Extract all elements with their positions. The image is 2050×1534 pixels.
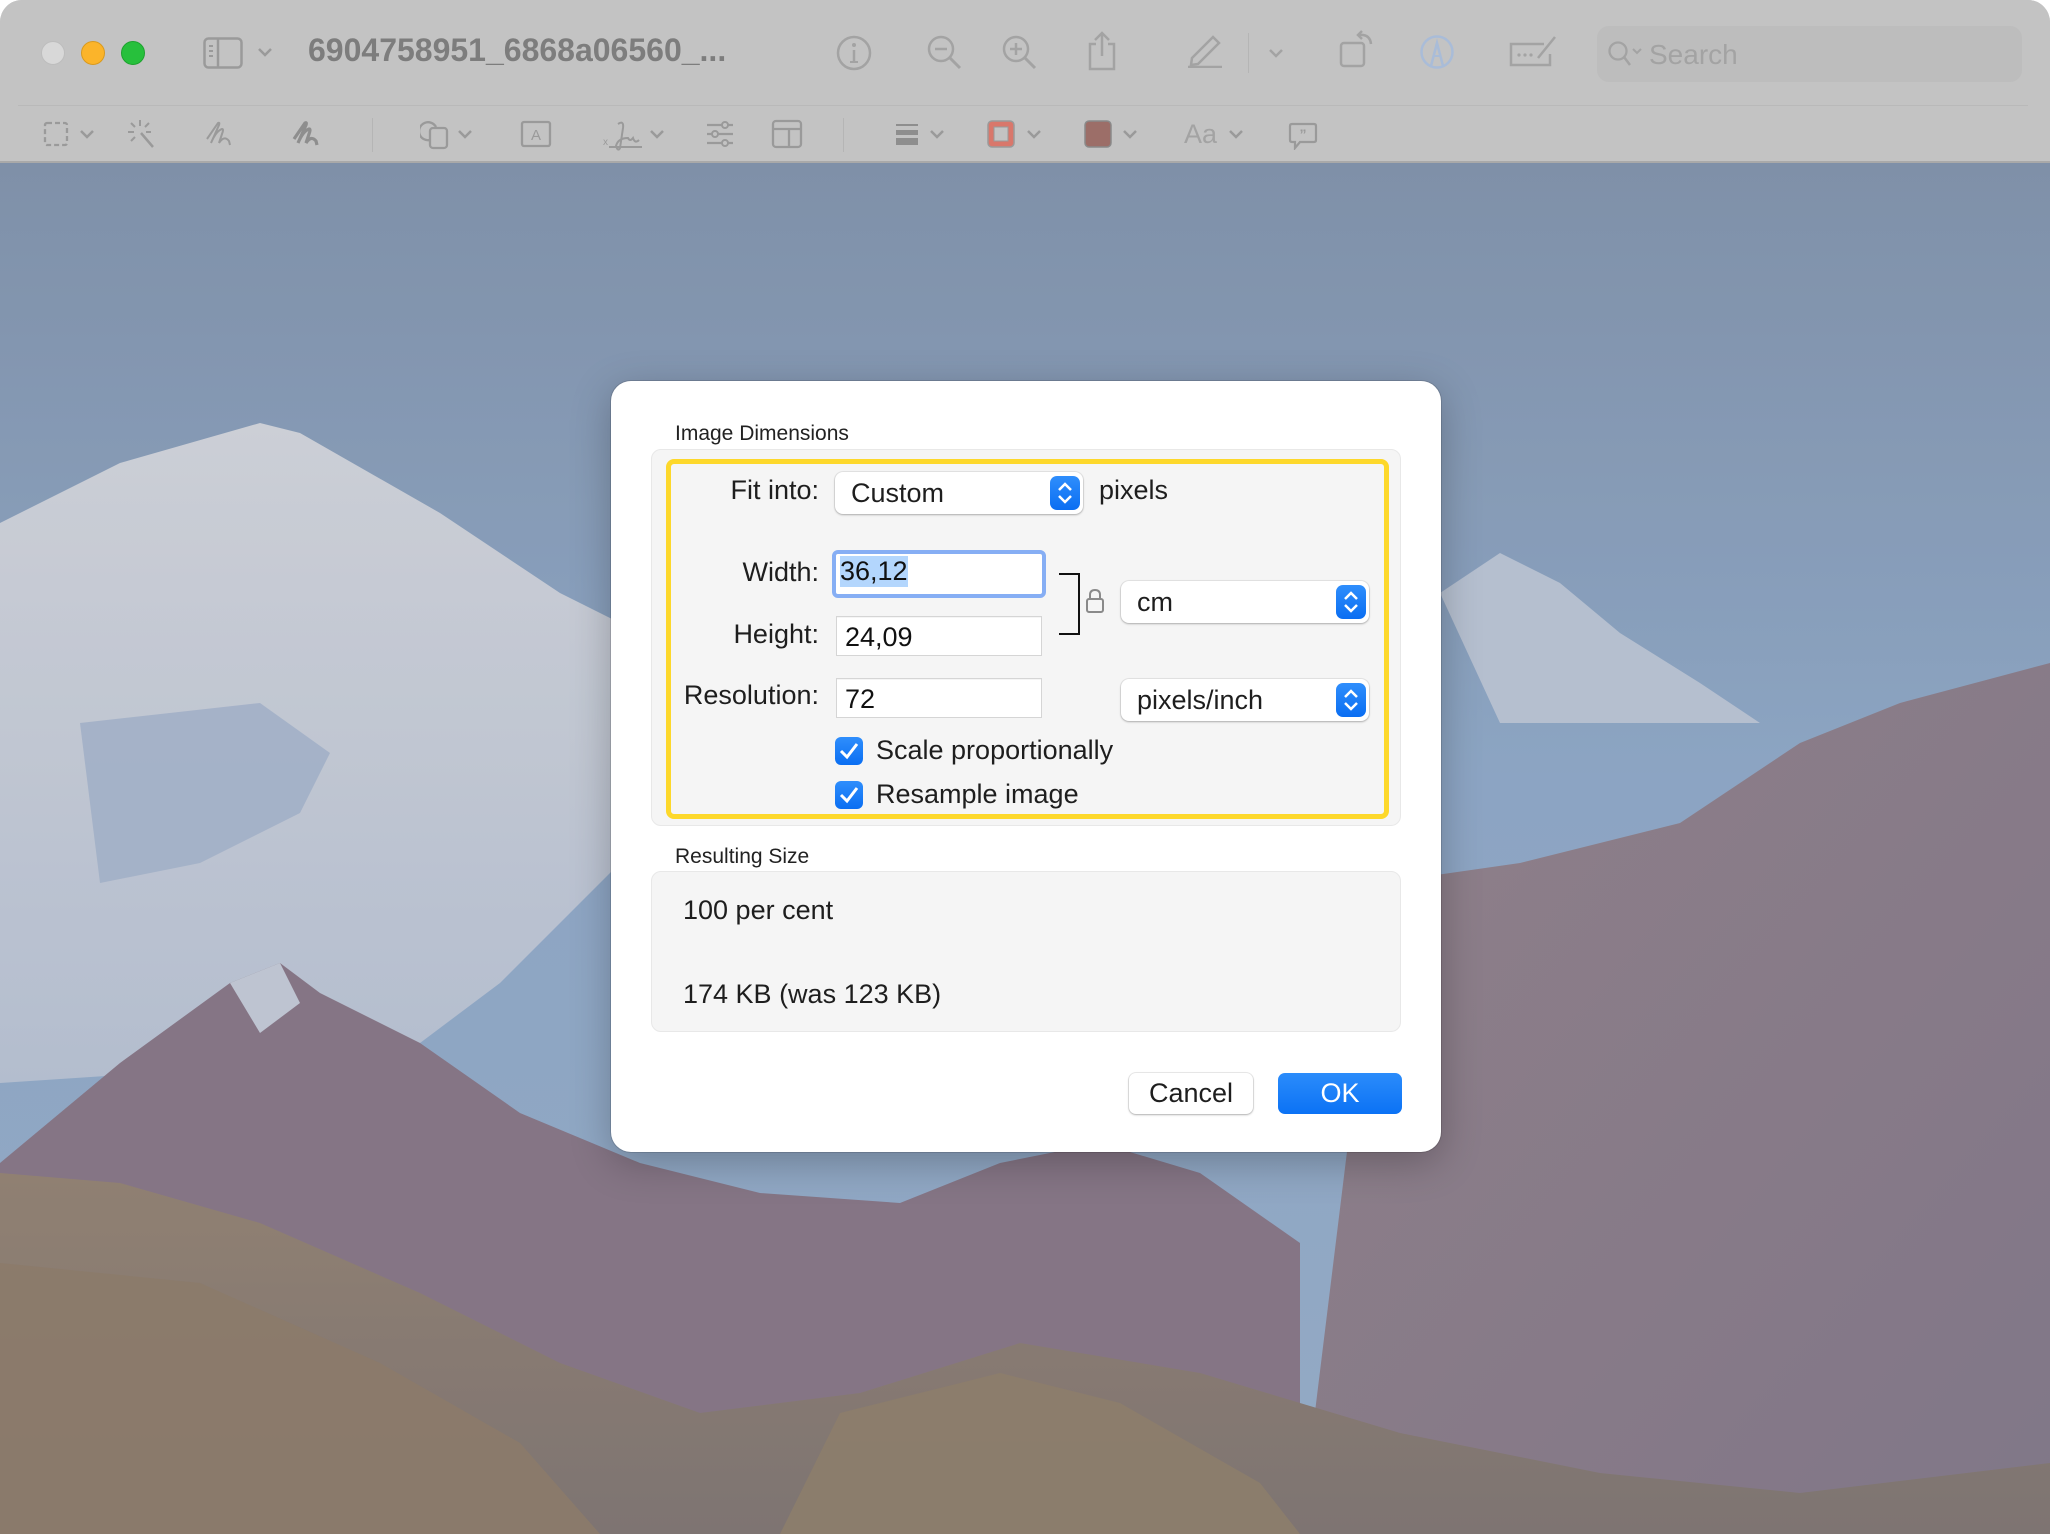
chevron-down-icon[interactable] [1268,47,1284,59]
size-unit-popup[interactable]: cm [1121,581,1369,623]
scale-proportionally-checkbox[interactable] [835,737,863,765]
border-color-icon[interactable] [987,120,1015,148]
svg-text:x: x [603,137,608,148]
fill-color-icon[interactable] [1084,120,1112,148]
info-icon[interactable] [835,34,873,72]
chevron-down-icon[interactable] [929,128,945,140]
magic-wand-icon[interactable] [127,119,157,149]
zoom-in-icon[interactable] [1001,34,1039,72]
height-value: 24,09 [845,622,913,652]
chevron-down-icon[interactable] [457,128,473,140]
toolbar-separator [18,105,2028,106]
resolution-input[interactable]: 72 [836,678,1042,718]
width-value: 36,12 [840,556,908,587]
zoom-out-icon[interactable] [926,34,964,72]
popup-arrows-icon [1336,683,1366,717]
sliders-icon[interactable] [705,119,735,149]
height-input[interactable]: 24,09 [836,616,1042,656]
adjust-size-dialog: Image Dimensions Fit into: Custom pixels… [611,381,1441,1152]
rect-select-icon[interactable] [43,121,69,147]
text-style-button[interactable]: Aa [1184,119,1217,150]
ok-button[interactable]: OK [1278,1073,1402,1114]
sketch-icon[interactable] [204,119,234,149]
chevron-down-icon[interactable] [79,128,95,140]
search-icon [1607,40,1647,70]
width-label: Width: [742,557,819,587]
fit-into-suffix: pixels [1099,475,1169,505]
width-input[interactable]: 36,12 [832,550,1046,598]
resample-image-label: Resample image [876,779,1079,809]
rotate-icon[interactable] [1339,30,1375,68]
image-dimensions-label: Image Dimensions [675,422,849,445]
resolution-unit-value: pixels/inch [1137,685,1264,715]
pencil-icon[interactable] [1186,32,1226,68]
minimize-button[interactable] [81,41,105,65]
toolbar: 6904758951_6868a06560_... Search A x Aa … [0,0,2050,163]
fit-into-value: Custom [851,478,945,508]
close-button[interactable] [41,41,65,65]
chevron-down-icon[interactable] [1228,128,1244,140]
window-title: 6904758951_6868a06560_... [308,32,727,68]
divider [843,118,844,152]
line-weight-icon[interactable] [895,123,919,145]
lock-icon[interactable] [1085,588,1105,614]
svg-text:”: ” [1300,126,1307,142]
svg-text:A: A [531,127,541,144]
divider [372,118,373,152]
share-icon[interactable] [1085,30,1119,72]
popup-arrows-icon [1050,476,1080,510]
height-label: Height: [733,619,819,649]
size-unit-value: cm [1137,587,1173,617]
markup-icon[interactable] [1419,34,1455,70]
search-field[interactable]: Search [1597,26,2022,82]
resulting-filesize: 174 KB (was 123 KB) [683,979,942,1009]
cancel-button[interactable]: Cancel [1129,1073,1253,1114]
resolution-value: 72 [845,684,876,714]
search-placeholder: Search [1649,39,1738,70]
resulting-size-label: Resulting Size [675,845,810,868]
fit-into-popup[interactable]: Custom [835,472,1083,514]
draw-icon[interactable] [291,119,321,149]
form-fill-icon[interactable] [1508,34,1558,68]
chevron-down-icon[interactable] [1122,128,1138,140]
sidebar-icon[interactable] [203,37,243,69]
chevron-down-icon[interactable] [649,128,665,140]
speech-bubble-icon[interactable]: ” [1288,122,1318,150]
signature-icon[interactable]: x [602,118,644,152]
resolution-unit-popup[interactable]: pixels/inch [1121,679,1369,721]
preview-window: 6904758951_6868a06560_... Search A x Aa … [0,0,2050,1534]
scale-proportionally-label: Scale proportionally [876,735,1114,765]
chevron-down-icon[interactable] [1026,128,1042,140]
layout-icon[interactable] [771,119,803,149]
fit-into-label: Fit into: [730,475,819,505]
resample-image-checkbox[interactable] [835,781,863,809]
shapes-icon[interactable] [420,118,452,150]
resolution-label: Resolution: [683,680,819,710]
zoom-button[interactable] [121,41,145,65]
text-box-icon[interactable]: A [520,120,552,148]
popup-arrows-icon [1336,585,1366,619]
divider [1248,33,1249,73]
resulting-percent: 100 per cent [683,895,834,925]
proportion-bracket [1059,573,1080,635]
chevron-down-icon[interactable] [257,46,273,58]
